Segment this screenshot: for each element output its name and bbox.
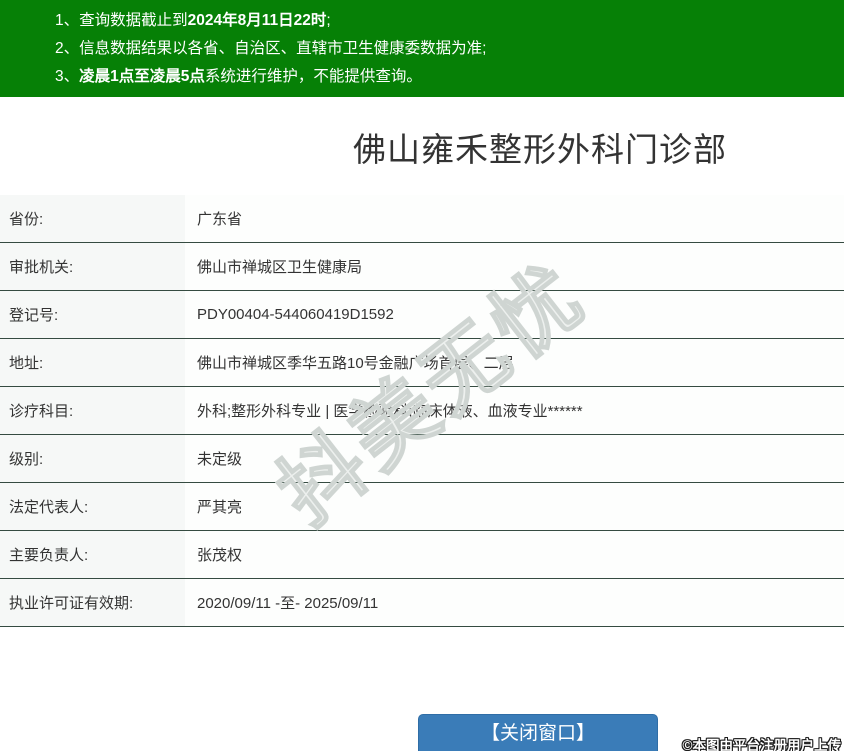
table-row-registration-number: 登记号: PDY00404-544060419D1592 [0, 291, 844, 339]
notice-line-3: 3、凌晨1点至凌晨5点系统进行维护，不能提供查询。 [55, 63, 834, 91]
notice-line-1: 1、查询数据截止到2024年8月11日22时; [55, 7, 834, 35]
query-result-page: 1、查询数据截止到2024年8月11日22时; 2、信息数据结果以各省、自治区、… [0, 0, 844, 751]
notice-3-number: 3、 [55, 68, 80, 85]
row-label: 法定代表人: [0, 483, 185, 530]
row-value: 张茂权 [197, 547, 243, 564]
notice-1-text: 查询数据截止到 [79, 12, 188, 29]
row-value: PDY00404-544060419D1592 [197, 306, 394, 323]
row-value: 外科;整形外科专业 | 医学检验科;临床体液、血液专业****** [197, 403, 583, 420]
row-value: 严其亮 [197, 499, 243, 516]
row-label: 主要负责人: [0, 531, 185, 578]
table-row-address: 地址: 佛山市禅城区季华五路10号金融广场首层、二层 [0, 339, 844, 387]
title-container: 佛山雍禾整形外科门诊部 [0, 123, 844, 171]
table-row-approval-authority: 审批机关: 佛山市禅城区卫生健康局 [0, 243, 844, 291]
table-row-diagnosis-subjects: 诊疗科目: 外科;整形外科专业 | 医学检验科;临床体液、血液专业****** [0, 387, 844, 435]
table-row-level: 级别: 未定级 [0, 435, 844, 483]
row-label: 登记号: [0, 291, 185, 338]
table-row-legal-representative: 法定代表人: 严其亮 [0, 483, 844, 531]
row-label: 级别: [0, 435, 185, 482]
row-value: 未定级 [197, 451, 243, 468]
institution-info-table: 省份: 广东省 审批机关: 佛山市禅城区卫生健康局 登记号: PDY00404-… [0, 195, 844, 627]
row-label: 省份: [0, 195, 185, 242]
row-value: 佛山市禅城区季华五路10号金融广场首层、二层 [197, 355, 514, 372]
notice-line-2: 2、信息数据结果以各省、自治区、直辖市卫生健康委数据为准; [55, 35, 834, 63]
notice-3-post: 系统进行维护，不能提供查询。 [204, 68, 422, 85]
notice-1-number: 1、 [55, 12, 80, 29]
upload-credit-watermark: ©本图由平台注册用户上传 [682, 738, 841, 751]
row-label: 执业许可证有效期: [0, 579, 185, 626]
row-label: 审批机关: [0, 243, 185, 290]
row-value: 佛山市禅城区卫生健康局 [197, 259, 363, 276]
notice-3-bold: 凌晨1点至凌晨5点 [79, 68, 205, 85]
row-label: 诊疗科目: [0, 387, 185, 434]
row-value: 广东省 [197, 211, 243, 228]
row-value: 2020/09/11 -至- 2025/09/11 [197, 595, 379, 612]
table-row-license-validity-period: 执业许可证有效期: 2020/09/11 -至- 2025/09/11 [0, 579, 844, 627]
notice-2-text: 信息数据结果以各省、自治区、直辖市卫生健康委数据为准; [79, 40, 487, 57]
row-label: 地址: [0, 339, 185, 386]
table-row-province: 省份: 广东省 [0, 195, 844, 243]
notice-1-bold: 2024年8月11日22时 [187, 12, 327, 29]
page-title: 佛山雍禾整形外科门诊部 [353, 131, 727, 168]
close-window-button[interactable]: 【关闭窗口】 [418, 714, 658, 751]
table-row-main-person-in-charge: 主要负责人: 张茂权 [0, 531, 844, 579]
notice-2-number: 2、 [55, 40, 80, 57]
notice-banner: 1、查询数据截止到2024年8月11日22时; 2、信息数据结果以各省、自治区、… [0, 0, 844, 97]
notice-1-post: ; [326, 12, 331, 29]
